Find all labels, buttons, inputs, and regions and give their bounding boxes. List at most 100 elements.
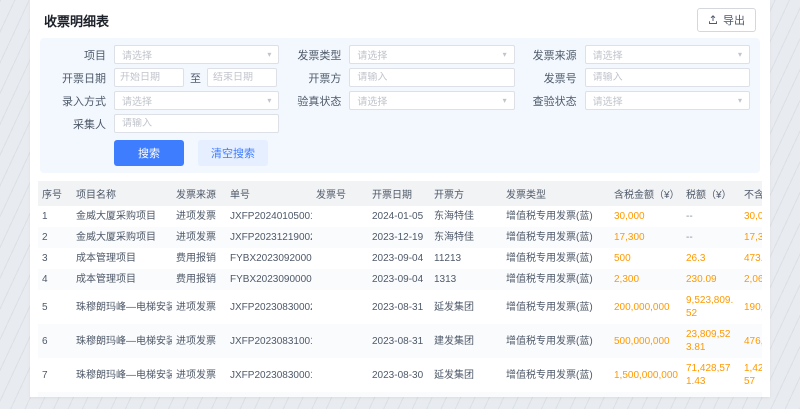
table-cell: 延发集团 [430, 358, 502, 392]
table-cell: 金威大厦采购项目 [72, 227, 172, 248]
filter-field-4: 开票方 [285, 68, 514, 87]
filter-field-6: 录入方式请选择▾ [50, 91, 279, 110]
table-cell: 500 [610, 248, 682, 269]
export-button[interactable]: 导出 [697, 8, 756, 32]
chevron-down-icon: ▾ [267, 97, 271, 105]
table-cell [312, 290, 368, 324]
filter-input-5[interactable] [593, 72, 742, 83]
table-cell: 1 [38, 206, 72, 227]
table-cell: FYBX20230900005 [226, 269, 312, 290]
table-cell: 2023-08-30 [368, 392, 430, 397]
table-cell: 费用报销 [172, 248, 226, 269]
table-cell: 2023-09-04 [368, 269, 430, 290]
table-cell: 金威大厦采购项目 [72, 206, 172, 227]
table-cell: 6 [38, 324, 72, 358]
table-cell: JXFP20231219002 [226, 227, 312, 248]
table-cell: 2023-08-31 [368, 324, 430, 358]
invoice-detail-page: 收票明细表 导出 项目请选择▾发票类型请选择▾发票来源请选择▾开票日期至开票方发… [30, 0, 770, 397]
filter-select-7[interactable]: 请选择▾ [349, 91, 514, 110]
table-cell: 7 [38, 358, 72, 392]
table-cell: 2024-01-05 [368, 206, 430, 227]
table-cell: JXFP20240105001 [226, 206, 312, 227]
table-cell [312, 269, 368, 290]
select-placeholder-text: 请选择 [122, 47, 152, 62]
chevron-down-icon: ▾ [738, 51, 742, 59]
search-button[interactable]: 搜索 [114, 140, 184, 166]
chevron-down-icon: ▾ [738, 97, 742, 105]
table-cell: 9,523,809.52 [682, 290, 740, 324]
page-title: 收票明细表 [44, 11, 109, 30]
table-cell: 2,069.91 [740, 269, 762, 290]
table-cell: 成本管理项目 [72, 248, 172, 269]
column-header-4: 发票号 [312, 181, 368, 206]
table-cell: 26.3 [682, 248, 740, 269]
table-cell: 476,190,476.19 [740, 324, 762, 358]
filter-input-9[interactable] [122, 118, 271, 129]
table-cell: 30,000 [740, 206, 762, 227]
table-cell: 17,300 [740, 227, 762, 248]
column-header-2: 发票来源 [172, 181, 226, 206]
clear-search-button[interactable]: 清空搜索 [198, 140, 268, 166]
filter-select-8[interactable]: 请选择 ▾ [585, 91, 750, 110]
filter-select-0[interactable]: 请选择▾ [114, 45, 279, 64]
table-cell: 进项发票 [172, 324, 226, 358]
table-cell: 增值税专用发票(蓝) [502, 269, 610, 290]
filter-select-2[interactable]: 请选择▾ [585, 45, 750, 64]
table-cell: 8 [38, 392, 72, 397]
table-header-row: 序号项目名称发票来源单号发票号开票日期开票方发票类型含税金额（¥）税额（¥）不含… [38, 181, 762, 206]
filter-input-4[interactable] [357, 72, 506, 83]
table-cell: 2023-09-04 [368, 248, 430, 269]
table-head: 序号项目名称发票来源单号发票号开票日期开票方发票类型含税金额（¥）税额（¥）不含… [38, 181, 762, 206]
table-cell [312, 248, 368, 269]
table-cell: 进项发票 [172, 358, 226, 392]
table-cell: 增值税专用发票(蓝) [502, 290, 610, 324]
table-cell: 473.7 [740, 248, 762, 269]
filter-field-label: 开票方 [285, 70, 341, 86]
table-row: 5珠穆朗玛峰—电梯安装进项发票JXFP202308300022023-08-31… [38, 290, 762, 324]
table-row: 4成本管理项目费用报销FYBX202309000052023-09-041313… [38, 269, 762, 290]
table-cell: 2023-08-31 [368, 290, 430, 324]
column-header-6: 开票方 [430, 181, 502, 206]
table-cell: 进项发票 [172, 290, 226, 324]
filter-field-7: 验真状态请选择▾ [285, 91, 514, 110]
select-placeholder-text: 请选择 [593, 93, 623, 108]
column-header-10: 不含税金额（¥） [740, 181, 762, 206]
table-cell: 500,000,000 [610, 324, 682, 358]
filter-grid: 项目请选择▾发票类型请选择▾发票来源请选择▾开票日期至开票方发票号录入方式请选择… [50, 45, 750, 133]
filter-select-6[interactable]: 请选择▾ [114, 91, 279, 110]
table-cell: 30,000 [610, 206, 682, 227]
table-cell [312, 227, 368, 248]
filter-select-1[interactable]: 请选择▾ [349, 45, 514, 64]
date-end-input[interactable] [213, 72, 271, 83]
filter-actions: 搜索 清空搜索 [50, 140, 750, 166]
filter-field-label: 发票来源 [521, 47, 577, 63]
table-cell: 珠穆朗玛峰—电梯安装 [72, 358, 172, 392]
table-cell: 增值税专用发票(蓝) [502, 324, 610, 358]
table-cell: 进项发票 [172, 206, 226, 227]
table-cell: JXFP20230830002 [226, 290, 312, 324]
invoice-table: 序号项目名称发票来源单号发票号开票日期开票方发票类型含税金额（¥）税额（¥）不含… [38, 181, 762, 397]
table-cell: 200,000,000 [610, 290, 682, 324]
table-cell: 71,428,571.43 [682, 358, 740, 392]
column-header-8: 含税金额（¥） [610, 181, 682, 206]
date-start-wrap [114, 68, 184, 87]
table-cell: 进项发票 [172, 227, 226, 248]
table-cell [312, 324, 368, 358]
filter-field-label: 开票日期 [50, 70, 106, 86]
table-cell: -- [682, 206, 740, 227]
table-cell [312, 358, 368, 392]
table-row: 8珠穆朗玛峰—电梯安装进项发票JXFP202308300032023-08-30… [38, 392, 762, 397]
table-cell: 2 [38, 227, 72, 248]
table-row: 7珠穆朗玛峰—电梯安装进项发票JXFP202308300012023-08-30… [38, 358, 762, 392]
table-cell [312, 206, 368, 227]
date-start-input[interactable] [120, 72, 178, 83]
table-cell: 东海特佳 [430, 206, 502, 227]
table-cell: 4 [38, 269, 72, 290]
table-cell: 230.09 [682, 269, 740, 290]
table-cell: 1313 [430, 269, 502, 290]
table-body: 1金威大厦采购项目进项发票JXFP202401050012024-01-05东海… [38, 206, 762, 397]
filter-panel: 项目请选择▾发票类型请选择▾发票来源请选择▾开票日期至开票方发票号录入方式请选择… [40, 38, 760, 173]
table-row: 1金威大厦采购项目进项发票JXFP20240105001 2024-01-05东海… [38, 206, 762, 227]
table-cell: 17,300 [610, 227, 682, 248]
filter-input-wrap [349, 68, 514, 87]
